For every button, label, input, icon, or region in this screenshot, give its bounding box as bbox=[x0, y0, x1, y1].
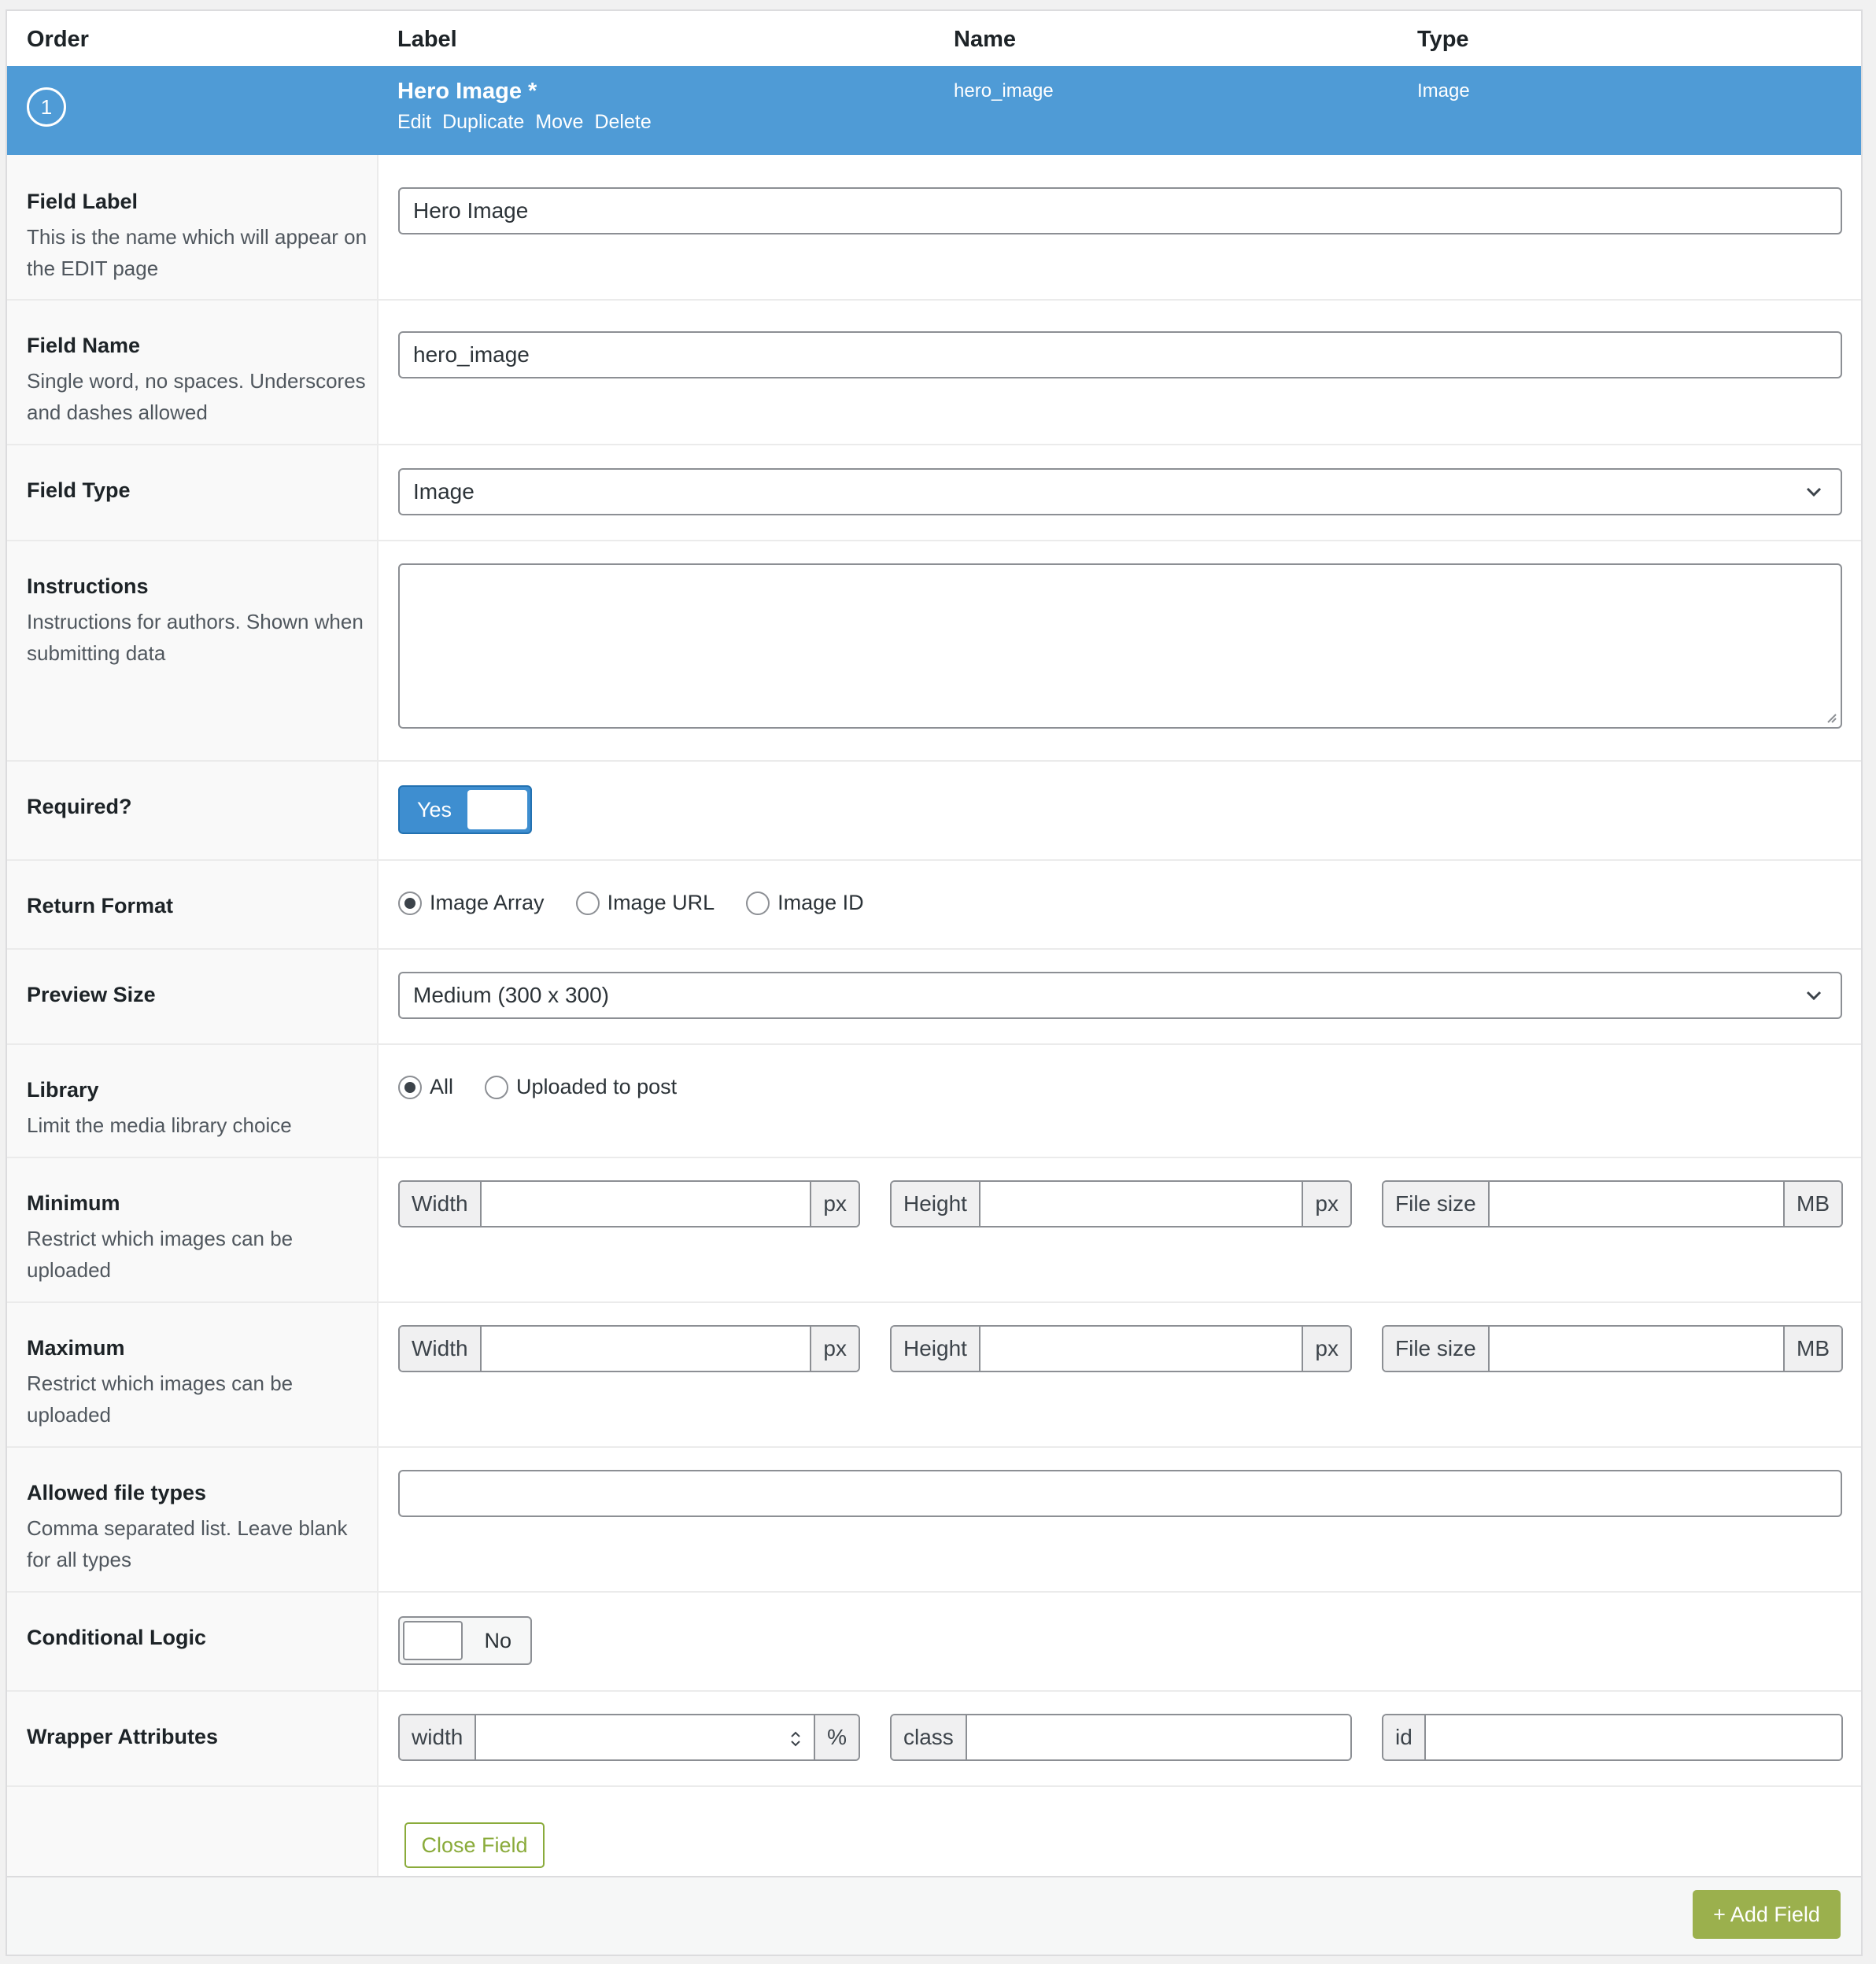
required-toggle[interactable]: Yes bbox=[398, 785, 532, 834]
setting-description: This is the name which will appear on th… bbox=[27, 225, 367, 280]
radio-library-uploaded[interactable]: Uploaded to post bbox=[485, 1075, 677, 1099]
wrapper-width-input[interactable]: width % bbox=[398, 1714, 860, 1761]
setting-maximum: Maximum Restrict which images can be upl… bbox=[7, 1301, 1861, 1448]
setting-return-format: Return Format Image Array Image URL Imag… bbox=[7, 859, 1861, 950]
setting-description: Comma separated list. Leave blank for al… bbox=[27, 1516, 348, 1571]
setting-conditional-logic: Conditional Logic No bbox=[7, 1591, 1861, 1692]
setting-required: Required? Yes bbox=[7, 760, 1861, 861]
setting-label: Return Format bbox=[27, 894, 174, 917]
field-label-input[interactable] bbox=[398, 187, 1842, 234]
toggle-label: No bbox=[484, 1629, 511, 1652]
min-file-size-input[interactable]: File size MB bbox=[1382, 1180, 1843, 1228]
field-row-selected[interactable]: 1 Hero Image * Edit Duplicate Move Delete h… bbox=[7, 66, 1861, 155]
resize-grip-icon[interactable] bbox=[1825, 711, 1837, 724]
column-label-header: Label bbox=[397, 27, 457, 52]
toggle-knob bbox=[403, 1621, 463, 1660]
allowed-file-types-input[interactable] bbox=[398, 1470, 1842, 1517]
setting-label: Library bbox=[27, 1078, 99, 1102]
toggle-knob bbox=[467, 790, 527, 829]
setting-description: Restrict which images can be uploaded bbox=[27, 1371, 294, 1427]
order-handle[interactable]: 1 bbox=[27, 87, 66, 127]
edit-link[interactable]: Edit bbox=[397, 111, 431, 133]
setting-library: Library Limit the media library choice A… bbox=[7, 1043, 1861, 1158]
radio-button[interactable] bbox=[398, 1075, 422, 1099]
fields-footer: + Add Field bbox=[7, 1876, 1861, 1955]
field-row-name: hero_image bbox=[954, 80, 1054, 102]
move-link[interactable]: Move bbox=[535, 111, 583, 133]
setting-description: Limit the media library choice bbox=[27, 1113, 292, 1137]
field-editor-panel: Order Label Name Type 1 Hero Image * Edi… bbox=[6, 9, 1863, 1956]
setting-field-label: Field Label This is the name which will … bbox=[7, 155, 1861, 301]
preview-size-select[interactable]: Medium (300 x 300) bbox=[398, 972, 1842, 1019]
column-order-header: Order bbox=[27, 27, 89, 52]
duplicate-link[interactable]: Duplicate bbox=[442, 111, 524, 133]
wrapper-id-input[interactable]: id bbox=[1382, 1714, 1843, 1761]
column-name-header: Name bbox=[954, 27, 1016, 52]
setting-preview-size: Preview Size Medium (300 x 300) bbox=[7, 948, 1861, 1045]
wrapper-class-input[interactable]: class bbox=[890, 1714, 1352, 1761]
setting-label: Field Type bbox=[27, 478, 131, 502]
setting-allowed-file-types: Allowed file types Comma separated list.… bbox=[7, 1446, 1861, 1593]
library-radios: All Uploaded to post bbox=[398, 1075, 708, 1099]
setting-label: Wrapper Attributes bbox=[27, 1725, 219, 1748]
delete-link[interactable]: Delete bbox=[594, 111, 651, 133]
setting-description: Instructions for authors. Shown when sub… bbox=[27, 610, 364, 665]
select-value: Image bbox=[413, 479, 475, 504]
radio-library-all[interactable]: All bbox=[398, 1075, 453, 1099]
instructions-textarea[interactable] bbox=[398, 563, 1842, 729]
setting-wrapper-attributes: Wrapper Attributes width % class id bbox=[7, 1690, 1861, 1787]
radio-button[interactable] bbox=[575, 891, 600, 915]
chevron-down-icon bbox=[1806, 991, 1822, 1001]
setting-instructions: Instructions Instructions for authors. S… bbox=[7, 540, 1861, 762]
min-height-input[interactable]: Height px bbox=[890, 1180, 1352, 1228]
max-height-input[interactable]: Height px bbox=[890, 1325, 1352, 1372]
setting-field-name: Field Name Single word, no spaces. Under… bbox=[7, 299, 1861, 445]
setting-label: Preview Size bbox=[27, 983, 156, 1006]
radio-button[interactable] bbox=[398, 891, 422, 915]
setting-label: Instructions bbox=[27, 574, 149, 598]
return-format-radios: Image Array Image URL Image ID bbox=[398, 891, 896, 915]
radio-button[interactable] bbox=[485, 1075, 509, 1099]
toggle-label: Yes bbox=[417, 798, 452, 821]
chevron-down-icon bbox=[1806, 487, 1822, 497]
setting-label: Maximum bbox=[27, 1336, 125, 1360]
setting-label: Minimum bbox=[27, 1191, 120, 1215]
radio-image-array[interactable]: Image Array bbox=[398, 891, 545, 915]
setting-field-type: Field Type Image bbox=[7, 444, 1861, 541]
number-spinner-icon[interactable] bbox=[788, 1728, 803, 1750]
min-width-input[interactable]: Width px bbox=[398, 1180, 860, 1228]
setting-label: Required? bbox=[27, 795, 132, 818]
setting-label: Conditional Logic bbox=[27, 1626, 206, 1649]
conditional-logic-toggle[interactable]: No bbox=[398, 1616, 532, 1665]
setting-label: Allowed file types bbox=[27, 1481, 207, 1504]
max-file-size-input[interactable]: File size MB bbox=[1382, 1325, 1843, 1372]
close-field-button[interactable]: Close Field bbox=[404, 1822, 545, 1868]
setting-label: Field Name bbox=[27, 334, 141, 357]
radio-image-id[interactable]: Image ID bbox=[746, 891, 864, 915]
table-header: Order Label Name Type bbox=[7, 11, 1861, 68]
column-type-header: Type bbox=[1417, 27, 1469, 52]
field-row-label[interactable]: Hero Image * bbox=[397, 79, 537, 105]
add-field-button[interactable]: + Add Field bbox=[1693, 1890, 1841, 1939]
select-value: Medium (300 x 300) bbox=[413, 983, 610, 1007]
setting-description: Single word, no spaces. Underscores and … bbox=[27, 369, 366, 424]
setting-minimum: Minimum Restrict which images can be upl… bbox=[7, 1157, 1861, 1303]
field-row-actions: Edit Duplicate Move Delete bbox=[397, 111, 663, 134]
radio-button[interactable] bbox=[746, 891, 770, 915]
setting-label: Field Label bbox=[27, 190, 138, 213]
field-row-type: Image bbox=[1417, 80, 1470, 102]
radio-image-url[interactable]: Image URL bbox=[575, 891, 715, 915]
field-name-input[interactable] bbox=[398, 331, 1842, 378]
field-type-select[interactable]: Image bbox=[398, 468, 1842, 515]
setting-description: Restrict which images can be uploaded bbox=[27, 1227, 294, 1282]
max-width-input[interactable]: Width px bbox=[398, 1325, 860, 1372]
